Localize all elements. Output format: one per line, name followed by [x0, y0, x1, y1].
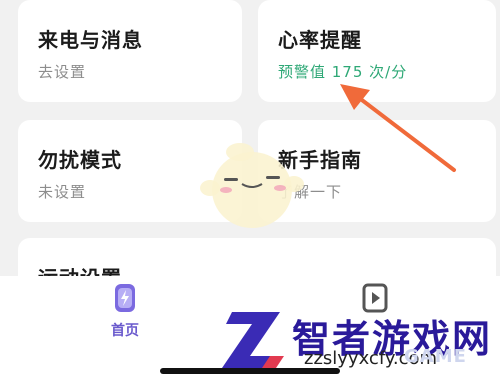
card-title: 心率提醒: [278, 28, 362, 52]
mascot-watermark-icon: [200, 143, 304, 228]
annotation-arrow-icon: [340, 84, 456, 172]
card-subtitle: 去设置: [38, 63, 87, 81]
watch-icon: [115, 284, 135, 312]
site-logo-icon: [222, 312, 284, 368]
tab-label: 首页: [111, 323, 139, 339]
card-subtitle: 未设置: [38, 183, 87, 201]
card-subtitle: 预警值 175 次/分: [278, 63, 408, 81]
card-call-and-message[interactable]: 来电与消息 去设置: [18, 0, 242, 102]
tab-home[interactable]: 首页: [95, 282, 155, 346]
app-screen: 来电与消息 去设置 心率提醒 预警值 175 次/分 勿扰模式 未设置 新手指南…: [0, 0, 500, 375]
card-title: 来电与消息: [38, 28, 143, 52]
home-indicator[interactable]: [160, 368, 340, 374]
card-title: 勿扰模式: [38, 148, 122, 172]
watermark-game: GAME: [404, 346, 467, 367]
